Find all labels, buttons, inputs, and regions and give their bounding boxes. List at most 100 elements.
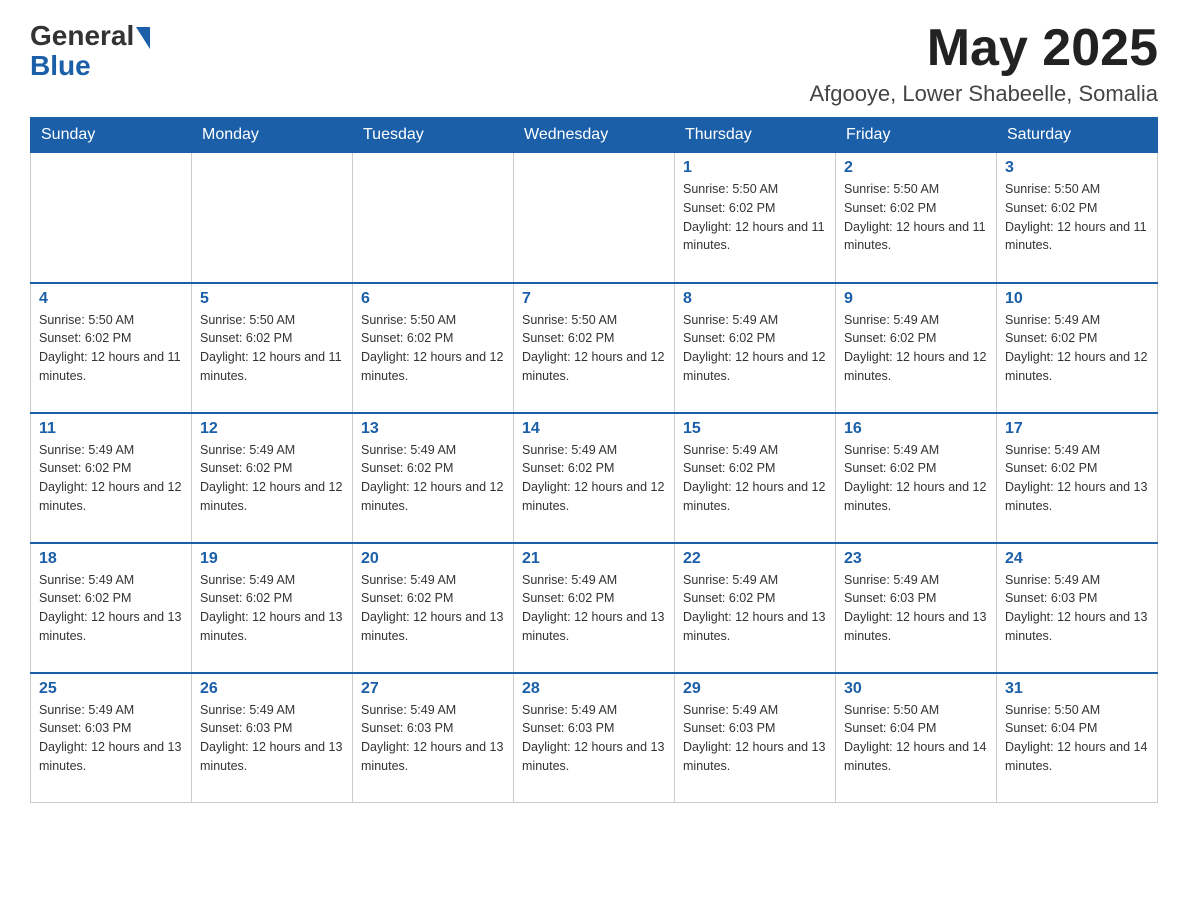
logo-triangle-icon bbox=[136, 27, 150, 49]
day-info: Sunrise: 5:49 AMSunset: 6:02 PMDaylight:… bbox=[522, 441, 666, 516]
calendar-cell: 14 Sunrise: 5:49 AMSunset: 6:02 PMDayligh… bbox=[514, 413, 675, 543]
calendar-cell: 18 Sunrise: 5:49 AMSunset: 6:02 PMDayligh… bbox=[31, 543, 192, 673]
day-info: Sunrise: 5:50 AMSunset: 6:04 PMDaylight:… bbox=[1005, 701, 1149, 776]
calendar-cell: 27Sunrise: 5:49 AMSunset: 6:03 PMDayligh… bbox=[353, 673, 514, 803]
day-info: Sunrise: 5:50 AMSunset: 6:02 PMDaylight:… bbox=[200, 311, 344, 386]
day-info: Sunrise: 5:50 AMSunset: 6:02 PMDaylight:… bbox=[844, 180, 988, 255]
day-info: Sunrise: 5:49 AMSunset: 6:02 PMDaylight:… bbox=[844, 311, 988, 386]
day-info: Sunrise: 5:49 AMSunset: 6:02 PMDaylight:… bbox=[683, 311, 827, 386]
day-info: Sunrise: 5:49 AMSunset: 6:03 PMDaylight:… bbox=[683, 701, 827, 776]
logo-general-text: General bbox=[30, 20, 134, 52]
day-number: 24 bbox=[1005, 550, 1149, 568]
month-year-title: May 2025 bbox=[809, 20, 1158, 77]
location-subtitle: Afgooye, Lower Shabeelle, Somalia bbox=[809, 81, 1158, 107]
day-number: 16 bbox=[844, 420, 988, 438]
calendar-cell: 22 Sunrise: 5:49 AMSunset: 6:02 PMDayligh… bbox=[675, 543, 836, 673]
day-info: Sunrise: 5:49 AMSunset: 6:02 PMDaylight:… bbox=[844, 441, 988, 516]
day-number: 30 bbox=[844, 680, 988, 698]
calendar-cell: 23 Sunrise: 5:49 AMSunset: 6:03 PMDayligh… bbox=[836, 543, 997, 673]
calendar-header-row: SundayMondayTuesdayWednesdayThursdayFrid… bbox=[31, 118, 1158, 153]
day-info: Sunrise: 5:50 AMSunset: 6:02 PMDaylight:… bbox=[522, 311, 666, 386]
day-info: Sunrise: 5:50 AMSunset: 6:04 PMDaylight:… bbox=[844, 701, 988, 776]
column-header-wednesday: Wednesday bbox=[514, 118, 675, 153]
calendar-cell: 28Sunrise: 5:49 AMSunset: 6:03 PMDayligh… bbox=[514, 673, 675, 803]
day-info: Sunrise: 5:49 AMSunset: 6:03 PMDaylight:… bbox=[200, 701, 344, 776]
calendar-cell: 30 Sunrise: 5:50 AMSunset: 6:04 PMDayligh… bbox=[836, 673, 997, 803]
day-number: 15 bbox=[683, 420, 827, 438]
calendar-cell bbox=[514, 153, 675, 283]
day-number: 18 bbox=[39, 550, 183, 568]
day-number: 25 bbox=[39, 680, 183, 698]
day-number: 4 bbox=[39, 290, 183, 308]
calendar-cell: 24 Sunrise: 5:49 AMSunset: 6:03 PMDayligh… bbox=[997, 543, 1158, 673]
calendar-cell bbox=[192, 153, 353, 283]
day-number: 14 bbox=[522, 420, 666, 438]
calendar-cell: 19 Sunrise: 5:49 AMSunset: 6:02 PMDayligh… bbox=[192, 543, 353, 673]
calendar-cell: 25Sunrise: 5:49 AMSunset: 6:03 PMDayligh… bbox=[31, 673, 192, 803]
page-header: General Blue May 2025 Afgooye, Lower Sha… bbox=[30, 20, 1158, 107]
day-info: Sunrise: 5:49 AMSunset: 6:02 PMDaylight:… bbox=[361, 441, 505, 516]
calendar-week-row: 25 Sunrise: 5:49 AMSunset: 6:03 PMDayligh… bbox=[31, 673, 1158, 803]
column-header-monday: Monday bbox=[192, 118, 353, 153]
column-header-thursday: Thursday bbox=[675, 118, 836, 153]
calendar-cell: 26 Sunrise: 5:49 AMSunset: 6:03 PMDayligh… bbox=[192, 673, 353, 803]
calendar-table: SundayMondayTuesdayWednesdayThursdayFrid… bbox=[30, 117, 1158, 803]
column-header-friday: Friday bbox=[836, 118, 997, 153]
day-info: Sunrise: 5:50 AMSunset: 6:02 PMDaylight:… bbox=[683, 180, 827, 255]
day-number: 29 bbox=[683, 680, 827, 698]
day-info: Sunrise: 5:49 AMSunset: 6:02 PMDaylight:… bbox=[683, 571, 827, 646]
column-header-sunday: Sunday bbox=[31, 118, 192, 153]
day-info: Sunrise: 5:49 AMSunset: 6:02 PMDaylight:… bbox=[200, 571, 344, 646]
calendar-cell: 9Sunrise: 5:49 AMSunset: 6:02 PMDaylight… bbox=[836, 283, 997, 413]
calendar-week-row: 18 Sunrise: 5:49 AMSunset: 6:02 PMDayligh… bbox=[31, 543, 1158, 673]
calendar-cell bbox=[31, 153, 192, 283]
day-number: 22 bbox=[683, 550, 827, 568]
day-number: 20 bbox=[361, 550, 505, 568]
day-number: 19 bbox=[200, 550, 344, 568]
day-number: 5 bbox=[200, 290, 344, 308]
day-info: Sunrise: 5:49 AMSunset: 6:02 PMDaylight:… bbox=[39, 571, 183, 646]
calendar-week-row: 4 Sunrise: 5:50 AMSunset: 6:02 PMDaylight… bbox=[31, 283, 1158, 413]
calendar-cell: 1 Sunrise: 5:50 AMSunset: 6:02 PMDaylight… bbox=[675, 153, 836, 283]
calendar-cell: 16 Sunrise: 5:49 AMSunset: 6:02 PMDayligh… bbox=[836, 413, 997, 543]
calendar-cell: 8Sunrise: 5:49 AMSunset: 6:02 PMDaylight… bbox=[675, 283, 836, 413]
calendar-cell: 4 Sunrise: 5:50 AMSunset: 6:02 PMDaylight… bbox=[31, 283, 192, 413]
day-number: 27 bbox=[361, 680, 505, 698]
calendar-cell: 7 Sunrise: 5:50 AMSunset: 6:02 PMDaylight… bbox=[514, 283, 675, 413]
day-info: Sunrise: 5:49 AMSunset: 6:03 PMDaylight:… bbox=[1005, 571, 1149, 646]
day-number: 12 bbox=[200, 420, 344, 438]
day-number: 21 bbox=[522, 550, 666, 568]
column-header-saturday: Saturday bbox=[997, 118, 1158, 153]
calendar-cell: 15Sunrise: 5:49 AMSunset: 6:02 PMDayligh… bbox=[675, 413, 836, 543]
logo: General Blue bbox=[30, 20, 150, 82]
calendar-week-row: 11 Sunrise: 5:49 AMSunset: 6:02 PMDayligh… bbox=[31, 413, 1158, 543]
day-number: 1 bbox=[683, 159, 827, 177]
day-number: 23 bbox=[844, 550, 988, 568]
column-header-tuesday: Tuesday bbox=[353, 118, 514, 153]
calendar-cell: 31 Sunrise: 5:50 AMSunset: 6:04 PMDayligh… bbox=[997, 673, 1158, 803]
day-info: Sunrise: 5:49 AMSunset: 6:03 PMDaylight:… bbox=[844, 571, 988, 646]
day-number: 17 bbox=[1005, 420, 1149, 438]
day-number: 10 bbox=[1005, 290, 1149, 308]
day-number: 31 bbox=[1005, 680, 1149, 698]
day-info: Sunrise: 5:50 AMSunset: 6:02 PMDaylight:… bbox=[1005, 180, 1149, 255]
day-info: Sunrise: 5:49 AMSunset: 6:02 PMDaylight:… bbox=[1005, 311, 1149, 386]
day-info: Sunrise: 5:49 AMSunset: 6:02 PMDaylight:… bbox=[361, 571, 505, 646]
day-info: Sunrise: 5:50 AMSunset: 6:02 PMDaylight:… bbox=[39, 311, 183, 386]
day-number: 13 bbox=[361, 420, 505, 438]
calendar-cell: 3 Sunrise: 5:50 AMSunset: 6:02 PMDaylight… bbox=[997, 153, 1158, 283]
day-info: Sunrise: 5:49 AMSunset: 6:03 PMDaylight:… bbox=[522, 701, 666, 776]
calendar-cell: 29 Sunrise: 5:49 AMSunset: 6:03 PMDayligh… bbox=[675, 673, 836, 803]
calendar-cell: 21 Sunrise: 5:49 AMSunset: 6:02 PMDayligh… bbox=[514, 543, 675, 673]
day-info: Sunrise: 5:49 AMSunset: 6:02 PMDaylight:… bbox=[1005, 441, 1149, 516]
day-number: 26 bbox=[200, 680, 344, 698]
calendar-cell: 20 Sunrise: 5:49 AMSunset: 6:02 PMDayligh… bbox=[353, 543, 514, 673]
calendar-cell: 17 Sunrise: 5:49 AMSunset: 6:02 PMDayligh… bbox=[997, 413, 1158, 543]
day-number: 7 bbox=[522, 290, 666, 308]
calendar-cell: 6Sunrise: 5:50 AMSunset: 6:02 PMDaylight… bbox=[353, 283, 514, 413]
day-info: Sunrise: 5:49 AMSunset: 6:02 PMDaylight:… bbox=[522, 571, 666, 646]
calendar-cell: 13 Sunrise: 5:49 AMSunset: 6:02 PMDayligh… bbox=[353, 413, 514, 543]
logo-blue-text: Blue bbox=[30, 50, 91, 82]
day-number: 3 bbox=[1005, 159, 1149, 177]
day-number: 11 bbox=[39, 420, 183, 438]
